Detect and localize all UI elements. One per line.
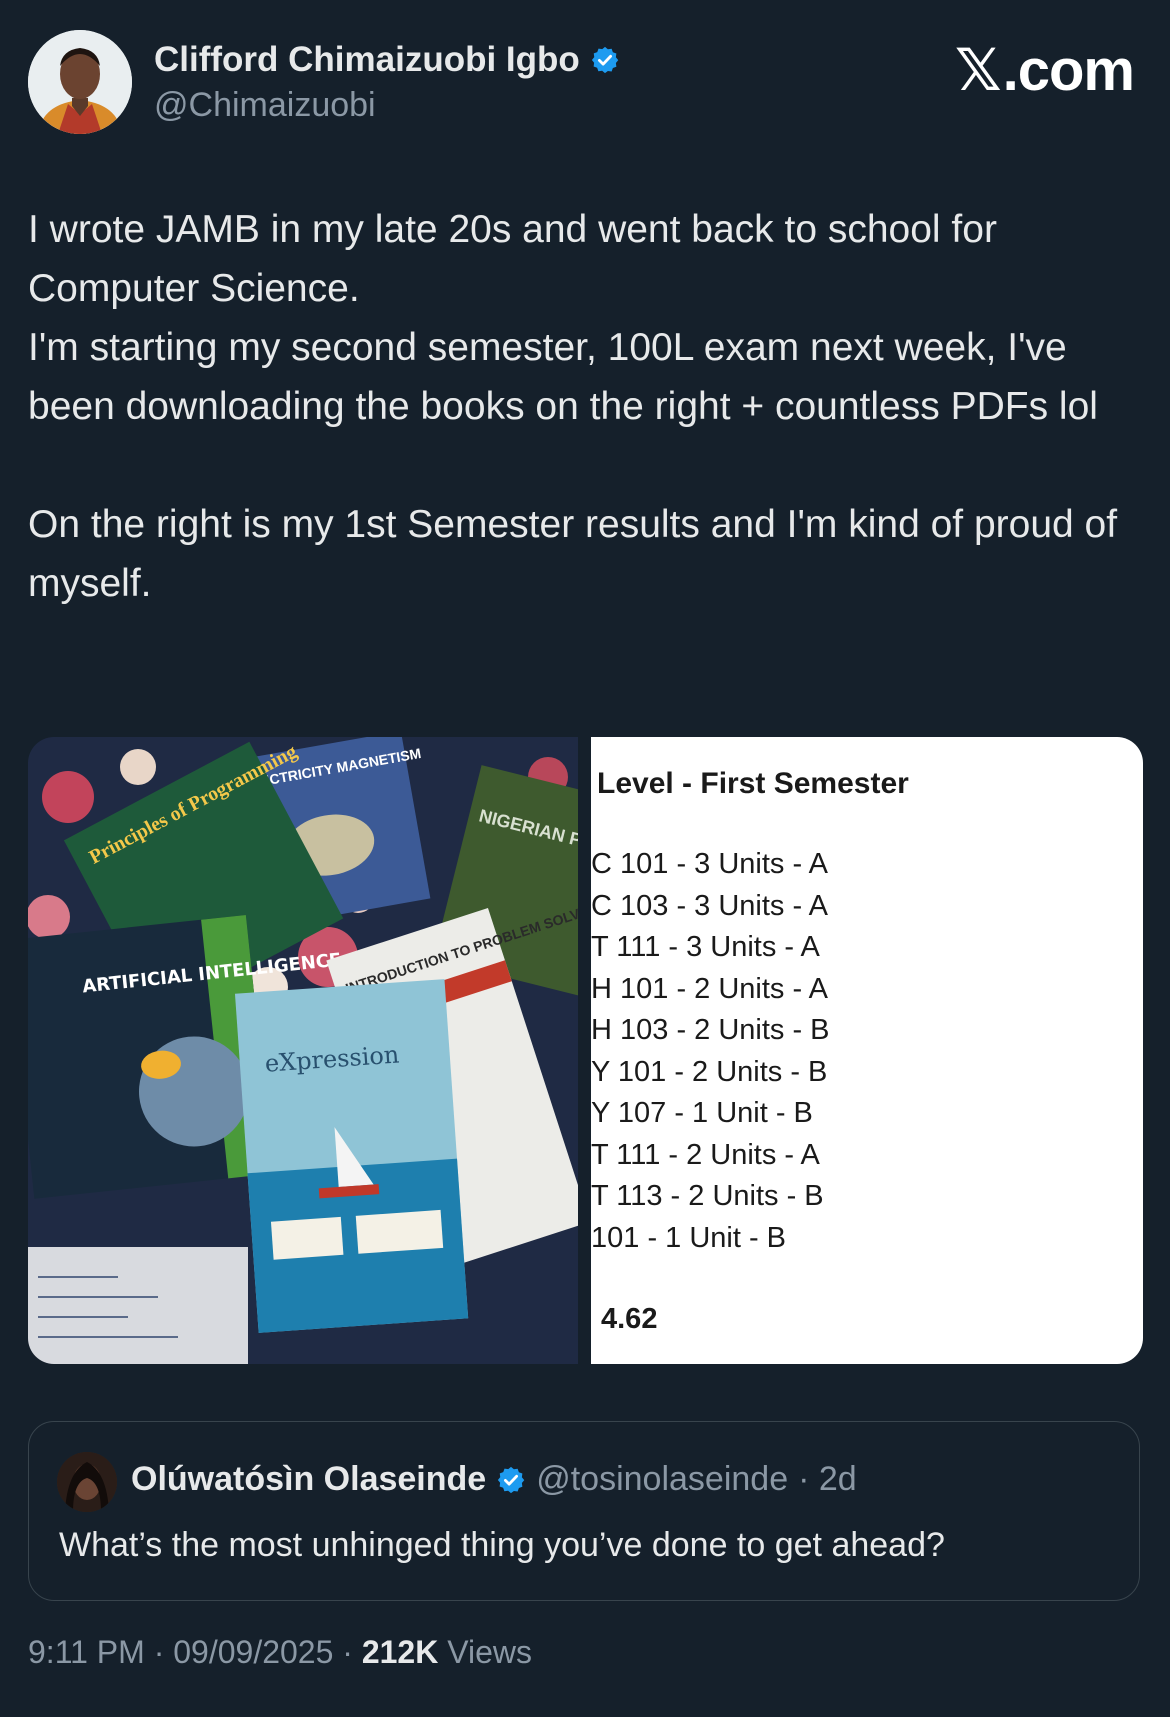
x-com-logo: 𝕏 .com xyxy=(954,36,1135,104)
quoted-tweet-time[interactable]: · 2d xyxy=(798,1460,857,1499)
result-row: C 103 - 3 Units - A xyxy=(591,889,828,922)
result-row: Y 101 - 2 Units - B xyxy=(591,1055,828,1088)
result-row: T 111 - 3 Units - A xyxy=(591,931,820,963)
results-title: Level - First Semester xyxy=(597,767,909,800)
tweet-meta: 9:11 PM · 09/09/2025 · 212K Views xyxy=(28,1634,532,1671)
quoted-avatar-image xyxy=(57,1452,117,1512)
tweet-header: Clifford Chimaizuobi Igbo @Chimaizuobi 𝕏… xyxy=(28,30,1142,140)
author-handle[interactable]: @Chimaizuobi xyxy=(154,86,376,125)
result-row: H 101 - 2 Units - A xyxy=(591,972,828,1005)
meta-separator: · xyxy=(144,1634,174,1670)
quoted-tweet-text: What’s the most unhinged thing you’ve do… xyxy=(59,1526,945,1564)
author-name-row[interactable]: Clifford Chimaizuobi Igbo xyxy=(154,40,620,80)
quoted-author-avatar[interactable] xyxy=(57,1452,117,1512)
tweet-date[interactable]: 09/09/2025 xyxy=(173,1634,333,1670)
books-photo[interactable]: ELECTRICITY MAGNETISM Principles of Prog… xyxy=(28,737,742,1364)
quoted-tweet[interactable]: Olúwatósìn Olaseinde @tosinolaseinde · 2… xyxy=(28,1421,1140,1601)
views-label: Views xyxy=(438,1634,532,1670)
verified-badge-icon xyxy=(498,1466,525,1493)
result-row: T 111 - 2 Units - A xyxy=(591,1138,820,1171)
results-list: C 101 - 3 Units - A C 103 - 3 Units - A … xyxy=(591,844,830,1259)
result-row: H 103 - 2 Units - B xyxy=(591,1014,830,1046)
tweet-text: I wrote JAMB in my late 20s and went bac… xyxy=(28,208,1118,605)
quoted-author-row: Olúwatósìn Olaseinde @tosinolaseinde · 2… xyxy=(131,1460,857,1499)
x-logo-icon: 𝕏 xyxy=(954,36,1002,104)
quoted-author-name[interactable]: Olúwatósìn Olaseinde xyxy=(131,1460,486,1499)
result-row: T 113 - 2 Units - B xyxy=(591,1180,824,1212)
result-row: C 101 - 3 Units - A xyxy=(591,848,828,880)
meta-separator: · xyxy=(333,1634,362,1670)
views-count: 212K xyxy=(361,1634,439,1670)
tweet-time[interactable]: 9:11 PM xyxy=(28,1634,145,1670)
result-row: 101 - 1 Unit - B xyxy=(591,1221,787,1254)
tweet-media[interactable]: ELECTRICITY MAGNETISM Principles of Prog… xyxy=(28,737,1143,1364)
author-avatar[interactable] xyxy=(28,30,132,134)
result-row: Y 107 - 1 Unit - B xyxy=(591,1097,813,1129)
author-avatar-image xyxy=(28,30,132,134)
results-photo[interactable]: Level - First Semester C 101 - 3 Units -… xyxy=(591,737,1143,1364)
quoted-author-handle[interactable]: @tosinolaseinde xyxy=(536,1460,788,1499)
x-domain-label: .com xyxy=(1002,37,1135,103)
verified-badge-icon xyxy=(591,46,619,74)
books-photo-image: ELECTRICITY MAGNETISM Principles of Prog… xyxy=(28,737,742,1364)
author-name[interactable]: Clifford Chimaizuobi Igbo xyxy=(154,40,580,80)
gpa-value: 4.62 xyxy=(601,1303,658,1335)
